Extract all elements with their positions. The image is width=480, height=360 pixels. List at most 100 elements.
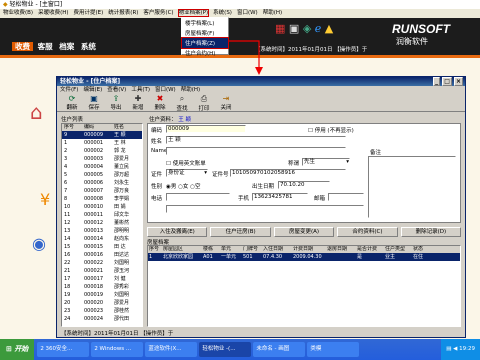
- radio-male[interactable]: ◉男: [166, 184, 176, 190]
- house-col[interactable]: 入住日期: [262, 246, 292, 253]
- list-item[interactable]: 19 000019 刘国明: [62, 291, 142, 299]
- house-col[interactable]: 是否计费: [356, 246, 384, 253]
- taskbar-item[interactable]: 轻松物业 -(...: [199, 342, 252, 357]
- use-en-checkbox[interactable]: ☐ 使用英文账单: [166, 159, 206, 167]
- birth-field[interactable]: 70.10.20: [278, 181, 330, 189]
- list-item[interactable]: 8 000008 李学娟: [62, 195, 142, 203]
- list-item[interactable]: 6 000006 刘永生: [62, 179, 142, 187]
- title-select[interactable]: 先生 ▾: [302, 158, 350, 166]
- id-no-field[interactable]: 101050970102058916: [230, 169, 346, 177]
- menu-system[interactable]: 系统(S): [213, 10, 232, 16]
- house-col[interactable]: 退房日期: [326, 246, 356, 253]
- volume-icon[interactable]: ◀: [453, 346, 457, 352]
- tab-service[interactable]: 客服: [36, 42, 55, 51]
- remark-field[interactable]: [368, 156, 456, 218]
- menu-help[interactable]: 帮助(H): [263, 10, 282, 16]
- browser-icon[interactable]: ℯ: [315, 22, 322, 35]
- delete-record-button[interactable]: 删除记录(D): [400, 227, 462, 237]
- col-name[interactable]: 姓名: [114, 124, 142, 131]
- menu-reports[interactable]: 统计报表(R): [108, 10, 138, 16]
- dropdown-houses[interactable]: 房屋档案(F): [182, 28, 228, 38]
- list-item[interactable]: 20 000020 邵爱月: [62, 299, 142, 307]
- radio-female[interactable]: ○女: [178, 184, 188, 190]
- export-button[interactable]: ⇪ 导出: [105, 94, 127, 111]
- phone-field[interactable]: [166, 193, 230, 201]
- dropdown-contracts[interactable]: 住户合约(H): [182, 48, 228, 58]
- list-item[interactable]: 9 000009 王 颖: [62, 131, 142, 139]
- list-item[interactable]: 21 000021 邵玉河: [62, 267, 142, 275]
- table-row[interactable]: 1 北京欣欣家园 A01 一单元 501 07.4.30 2009.04.30 是 业主 在住: [148, 253, 460, 261]
- menu-window-child[interactable]: 窗口(W): [155, 87, 176, 93]
- list-item[interactable]: 24 000024 邵代田: [62, 315, 142, 323]
- menu-window[interactable]: 窗口(W): [237, 10, 258, 16]
- menu-service[interactable]: 客户服务(C): [143, 10, 173, 16]
- house-col[interactable]: 门牌号: [242, 246, 262, 253]
- menu-accrual[interactable]: 费用计提(E): [74, 10, 104, 16]
- house-col[interactable]: 房屋园区: [162, 246, 202, 253]
- radio-empty[interactable]: ○空: [190, 184, 200, 190]
- menu-billing[interactable]: 物业收费(B): [3, 10, 33, 16]
- house-col[interactable]: 计费日期: [292, 246, 326, 253]
- house-col[interactable]: 状态: [412, 246, 432, 253]
- col-code[interactable]: 编码: [84, 124, 114, 131]
- start-button[interactable]: ⊞ 开始: [0, 339, 35, 360]
- id-type-select[interactable]: 身份证 ▾: [166, 169, 208, 177]
- taskbar-item[interactable]: 类模: [307, 342, 360, 357]
- taskbar-item[interactable]: 蓝途软件(X...: [145, 342, 198, 357]
- taskbar-item[interactable]: 未命名 - 画图: [253, 342, 306, 357]
- menu-view[interactable]: 查看(V): [107, 87, 126, 93]
- list-item[interactable]: 10 000010 田 娟: [62, 203, 142, 211]
- col-index[interactable]: 序号: [62, 124, 84, 131]
- house-col[interactable]: 住户类型: [384, 246, 412, 253]
- address-field[interactable]: [166, 205, 364, 213]
- maximize-icon[interactable]: □: [442, 77, 452, 86]
- tab-billing[interactable]: 收费: [12, 42, 33, 51]
- mobile-field[interactable]: 13623425781: [252, 193, 308, 201]
- menu-heating[interactable]: 采暖收费(H): [38, 10, 68, 16]
- print-button[interactable]: ⎙ 打印: [193, 94, 215, 112]
- email-field[interactable]: [328, 193, 364, 201]
- dropdown-residents[interactable]: 住户档案(Z): [181, 37, 229, 49]
- code-field[interactable]: 000009: [166, 125, 246, 133]
- taskbar-item[interactable]: 2 360安全...: [37, 342, 90, 357]
- minimize-icon[interactable]: _: [433, 77, 441, 86]
- menu-tools[interactable]: 工具(T): [131, 87, 150, 93]
- tab-archive[interactable]: 档案: [57, 42, 76, 51]
- money-icon[interactable]: ¥: [40, 190, 50, 209]
- lock-icon[interactable]: ▲: [325, 22, 333, 35]
- menu-help-child[interactable]: 帮助(H): [181, 87, 200, 93]
- find-button[interactable]: ⌕ 查找: [171, 94, 193, 112]
- network-icon[interactable]: ▤: [446, 346, 451, 352]
- house-col[interactable]: 楼栋: [202, 246, 220, 253]
- dropdown-buildings[interactable]: 楼宇档案(L): [182, 18, 228, 28]
- list-item[interactable]: 22 000022 刘国明: [62, 259, 142, 267]
- refresh-button[interactable]: ⟳ 翻新: [61, 94, 83, 111]
- name-en-field[interactable]: [166, 147, 346, 155]
- list-item[interactable]: 4 000004 董立民: [62, 163, 142, 171]
- checkin-button[interactable]: 入住及搬离(E): [147, 227, 208, 237]
- menu-archive[interactable]: 物业档案(P): [177, 9, 210, 17]
- list-item[interactable]: 11 000011 邱文华: [62, 211, 142, 219]
- list-item[interactable]: 12 000012 董彬然: [62, 219, 142, 227]
- calc-icon[interactable]: ▣: [289, 22, 299, 35]
- delete-button[interactable]: ✖ 删除: [149, 94, 171, 111]
- add-button[interactable]: ✚ 新增: [127, 94, 149, 111]
- list-item[interactable]: 14 000014 赵向东: [62, 235, 142, 243]
- move-house-button[interactable]: 住户迁房(B): [210, 227, 271, 237]
- house-col[interactable]: 序号: [148, 246, 162, 253]
- list-item[interactable]: 2 000002 郭 龙: [62, 147, 142, 155]
- home-icon[interactable]: ⌂: [30, 100, 43, 124]
- list-item[interactable]: 7 000007 邵万良: [62, 187, 142, 195]
- list-item[interactable]: 16 000016 田达达: [62, 251, 142, 259]
- list-item[interactable]: 13 000013 邵明明: [62, 227, 142, 235]
- house-change-button[interactable]: 房屋变更(A): [273, 227, 335, 237]
- name-field[interactable]: 王 颖: [166, 136, 346, 144]
- menu-edit[interactable]: 编辑(E): [83, 87, 102, 93]
- list-item[interactable]: 17 000017 刘 健: [62, 275, 142, 283]
- report-icon[interactable]: ▦: [275, 22, 285, 35]
- close-button[interactable]: ⇥ 关闭: [215, 94, 237, 111]
- list-item[interactable]: 5 000005 邵万超: [62, 171, 142, 179]
- chart-icon[interactable]: ◈: [303, 22, 311, 35]
- contract-button[interactable]: 合约资料(C): [337, 227, 398, 237]
- user-icon[interactable]: ◉: [32, 234, 46, 253]
